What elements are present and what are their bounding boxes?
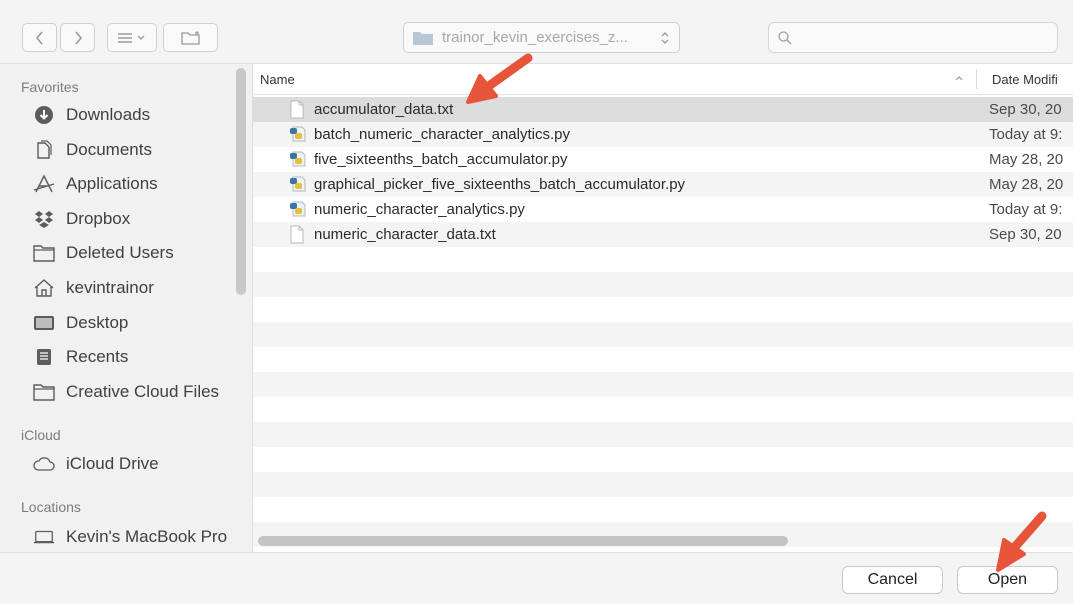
file-date: May 28, 20 <box>989 151 1064 168</box>
toolbar: trainor_kevin_exercises_z... <box>0 0 1073 64</box>
python-file-icon <box>289 175 307 197</box>
sidebar-item-desktop[interactable]: Desktop <box>33 308 128 338</box>
empty-row-stripe <box>253 372 1073 397</box>
file-date: Today at 9: <box>989 126 1063 143</box>
empty-row-stripe <box>253 422 1073 447</box>
dropbox-icon <box>33 208 55 230</box>
folder-icon <box>413 31 433 45</box>
folder-icon <box>33 381 55 403</box>
new-folder-icon <box>180 30 200 45</box>
sidebar-item-dropbox[interactable]: Dropbox <box>33 204 130 234</box>
location-popup[interactable]: trainor_kevin_exercises_z... <box>403 22 680 53</box>
empty-row-stripe <box>253 322 1073 347</box>
sidebar-item-home[interactable]: kevintrainor <box>33 273 154 303</box>
python-file-icon <box>289 150 307 172</box>
sidebar: Favorites Downloads Documents Applicatio… <box>0 64 253 552</box>
downloads-icon <box>33 104 55 126</box>
column-header-name[interactable]: Name <box>260 72 295 87</box>
column-divider[interactable] <box>976 69 977 89</box>
file-row[interactable]: graphical_picker_five_sixteenths_batch_a… <box>253 172 1073 197</box>
sidebar-item-icloud-drive[interactable]: iCloud Drive <box>33 449 159 479</box>
column-header-date[interactable]: Date Modifi <box>992 72 1058 87</box>
sidebar-item-label: Deleted Users <box>66 243 174 262</box>
sidebar-item-downloads[interactable]: Downloads <box>33 100 150 130</box>
sidebar-item-label: Downloads <box>66 105 151 124</box>
file-date: Sep 30, 20 <box>989 101 1062 118</box>
recents-icon <box>33 346 55 368</box>
cancel-button[interactable]: Cancel <box>842 566 943 594</box>
forward-button[interactable] <box>60 23 95 52</box>
documents-icon <box>33 139 55 161</box>
sidebar-item-label: Kevin's MacBook Pro <box>66 527 228 546</box>
sidebar-item-documents[interactable]: Documents <box>33 135 152 165</box>
file-date: Sep 30, 20 <box>989 226 1062 243</box>
search-icon <box>778 31 792 45</box>
open-button[interactable]: Open <box>957 566 1058 594</box>
chevron-left-icon <box>35 30 43 45</box>
view-options-button[interactable] <box>107 23 157 52</box>
file-date: Today at 9: <box>989 201 1063 218</box>
list-view-icon <box>118 32 145 43</box>
file-name: five_sixteenths_batch_accumulator.py <box>314 151 568 168</box>
sidebar-item-label: Desktop <box>66 313 129 332</box>
updown-chevron-icon <box>661 32 669 44</box>
sidebar-item-label: iCloud Drive <box>66 454 159 473</box>
file-name: graphical_picker_five_sixteenths_batch_a… <box>314 176 686 193</box>
cloud-icon <box>33 453 55 475</box>
chevron-right-icon <box>74 30 82 45</box>
sidebar-item-recents[interactable]: Recents <box>33 342 128 372</box>
empty-row-stripe <box>253 272 1073 297</box>
file-name: batch_numeric_character_analytics.py <box>314 126 570 143</box>
text-file-icon <box>289 225 305 248</box>
search-field[interactable] <box>768 22 1058 53</box>
file-row[interactable]: batch_numeric_character_analytics.py Tod… <box>253 122 1073 147</box>
sidebar-item-label: Dropbox <box>66 209 131 228</box>
new-folder-button[interactable] <box>163 23 218 52</box>
sidebar-scrollbar[interactable] <box>236 68 246 295</box>
file-name: numeric_character_data.txt <box>314 226 496 243</box>
file-row[interactable]: numeric_character_analytics.py Today at … <box>253 197 1073 222</box>
sidebar-item-creative-cloud[interactable]: Creative Cloud Files <box>33 377 219 407</box>
empty-row-stripe <box>253 472 1073 497</box>
desktop-icon <box>33 312 55 334</box>
location-label: trainor_kevin_exercises_z... <box>442 29 628 46</box>
python-file-icon <box>289 200 307 222</box>
sidebar-item-label: Applications <box>66 174 158 193</box>
sidebar-item-label: Recents <box>66 347 129 366</box>
file-row[interactable]: numeric_character_data.txt Sep 30, 20 <box>253 222 1073 247</box>
sidebar-item-applications[interactable]: Applications <box>33 169 158 199</box>
horizontal-scrollbar[interactable] <box>258 536 788 546</box>
dialog-footer: Cancel Open <box>0 552 1073 604</box>
sidebar-item-macbook[interactable]: Kevin's MacBook Pro <box>33 522 227 552</box>
home-icon <box>33 277 55 299</box>
file-name: accumulator_data.txt <box>314 101 454 118</box>
file-row[interactable]: accumulator_data.txt Sep 30, 20 <box>253 97 1073 122</box>
sidebar-item-deleted-users[interactable]: Deleted Users <box>33 238 174 268</box>
sidebar-section-favorites: Favorites <box>21 79 79 95</box>
column-header: Name Date Modifi <box>253 64 1073 95</box>
file-name: numeric_character_analytics.py <box>314 201 525 218</box>
text-file-icon <box>289 100 305 123</box>
sidebar-item-label: Creative Cloud Files <box>66 382 220 401</box>
laptop-icon <box>33 526 55 548</box>
folder-icon <box>33 242 55 264</box>
sidebar-section-icloud: iCloud <box>21 427 61 443</box>
search-input[interactable] <box>797 27 1051 49</box>
python-file-icon <box>289 125 307 147</box>
sidebar-item-label: Documents <box>66 140 152 159</box>
sidebar-section-locations: Locations <box>21 499 81 515</box>
file-date: May 28, 20 <box>989 176 1064 193</box>
back-button[interactable] <box>22 23 57 52</box>
file-list: Name Date Modifi accumulator_data.txt Se… <box>253 64 1073 552</box>
applications-icon <box>33 173 55 195</box>
file-row[interactable]: five_sixteenths_batch_accumulator.py May… <box>253 147 1073 172</box>
sidebar-item-label: kevintrainor <box>66 278 154 297</box>
sort-chevron-icon <box>955 76 963 81</box>
